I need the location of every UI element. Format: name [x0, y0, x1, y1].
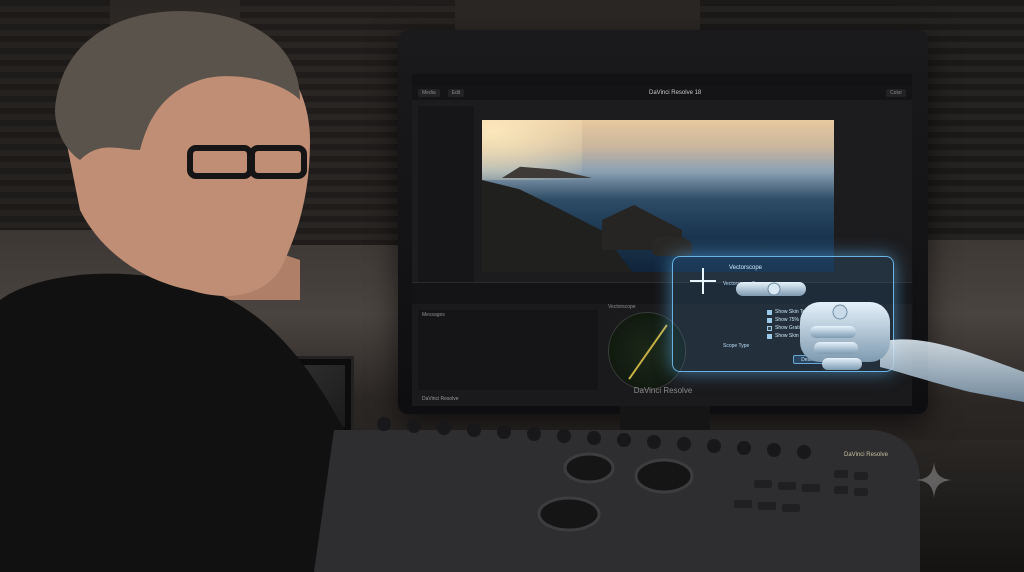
messages-label: Messages — [422, 312, 445, 318]
robot-hand-icon — [736, 282, 1024, 402]
video-viewer[interactable] — [482, 120, 834, 272]
crosshair-icon — [690, 268, 716, 294]
app-header: Media Edit DaVinci Resolve 18 Color — [412, 86, 912, 100]
overlay-title: Vectorscope — [729, 265, 763, 271]
photo-scene: Media Edit DaVinci Resolve 18 Color Mess… — [0, 0, 1024, 572]
ribbon-button-color[interactable]: Color — [886, 89, 906, 97]
sparkle-icon — [916, 462, 952, 498]
console-brand-label: DaVinci Resolve — [844, 452, 888, 458]
app-title: DaVinci Resolve 18 — [649, 90, 702, 96]
media-pool-panel — [418, 106, 474, 284]
ribbon-button-edit[interactable]: Edit — [447, 89, 465, 97]
scope-label: Vectorscope — [608, 304, 636, 310]
ribbon-button-media[interactable]: Media — [418, 89, 440, 97]
grading-control-panel — [314, 417, 920, 572]
messages-panel: Messages — [418, 310, 598, 390]
vectorscope-trace — [628, 324, 668, 380]
small-rock — [652, 236, 692, 256]
status-text: DaVinci Resolve — [422, 396, 459, 402]
monitor-bezel-strip — [412, 74, 912, 86]
